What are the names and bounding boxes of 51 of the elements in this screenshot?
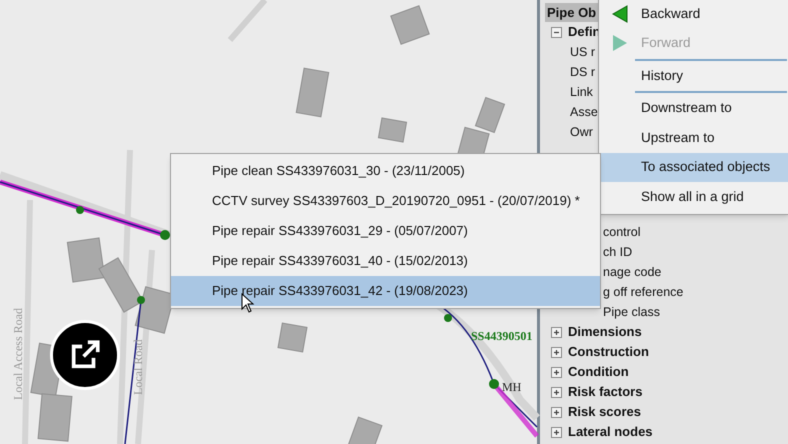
- group-label[interactable]: Risk factors: [568, 382, 642, 402]
- property-label: g off reference: [603, 284, 684, 301]
- property-label: ch ID: [603, 244, 632, 261]
- property-label: Asse: [570, 104, 598, 121]
- node-marker[interactable]: [160, 230, 170, 240]
- node-label: SS44390501: [471, 329, 532, 343]
- building: [66, 237, 106, 283]
- menu-item[interactable]: Upstream to: [599, 123, 788, 152]
- expand-icon[interactable]: [551, 426, 562, 438]
- collapse-icon[interactable]: [551, 26, 562, 38]
- submenu-item[interactable]: CCTV survey SS43397603_D_20190720_0951 - (20/07/2019) *: [171, 186, 600, 216]
- expand-icon[interactable]: [551, 346, 562, 358]
- menu-item[interactable]: Show all in a grid: [599, 182, 788, 212]
- submenu-item[interactable]: Pipe repair SS433976031_42 - (19/08/2023): [171, 276, 600, 306]
- property-label: Owr: [570, 124, 593, 141]
- back-arrow-icon: [612, 4, 628, 23]
- menu-item[interactable]: To associated objects: [599, 152, 788, 182]
- node-marker[interactable]: [76, 206, 84, 214]
- property-label: control: [603, 224, 641, 241]
- road-label: Local Access Road: [11, 308, 25, 400]
- road: [228, 0, 268, 42]
- property-label: DS r: [570, 64, 595, 81]
- expand-icon[interactable]: [551, 406, 562, 418]
- node-marker[interactable]: [489, 379, 499, 389]
- menu-item[interactable]: Downstream to: [599, 94, 788, 123]
- expand-icon[interactable]: [551, 386, 562, 398]
- panel-title: Pipe Ob: [545, 3, 599, 22]
- property-label: Link: [570, 84, 593, 101]
- forward-arrow-icon: [612, 34, 628, 52]
- building: [277, 322, 308, 353]
- group-label[interactable]: Condition: [568, 362, 629, 382]
- expand-icon[interactable]: [551, 326, 562, 338]
- property-label: Pipe class: [603, 304, 660, 321]
- building: [38, 393, 72, 442]
- node-label: MH: [502, 380, 522, 394]
- expand-icon[interactable]: [551, 366, 562, 378]
- node-marker[interactable]: [444, 314, 452, 322]
- building: [378, 117, 408, 143]
- group-label[interactable]: Dimensions: [568, 322, 642, 342]
- menu-item[interactable]: Backward: [599, 0, 788, 28]
- group-label[interactable]: Lateral nodes: [568, 422, 653, 442]
- menu-item[interactable]: History: [599, 61, 788, 90]
- submenu-item[interactable]: Pipe repair SS433976031_29 - (05/07/2007): [171, 216, 600, 246]
- submenu-item[interactable]: Pipe clean SS433976031_30 - (23/11/2005): [171, 156, 600, 186]
- group-label[interactable]: Risk scores: [568, 402, 641, 422]
- group-label[interactable]: Construction: [568, 342, 649, 362]
- node-marker[interactable]: [137, 296, 145, 304]
- submenu-item[interactable]: Pipe repair SS433976031_40 - (15/02/2013): [171, 246, 600, 276]
- property-label: nage code: [603, 264, 662, 281]
- property-label: US r: [570, 44, 595, 61]
- road-label: Local Road: [131, 339, 145, 395]
